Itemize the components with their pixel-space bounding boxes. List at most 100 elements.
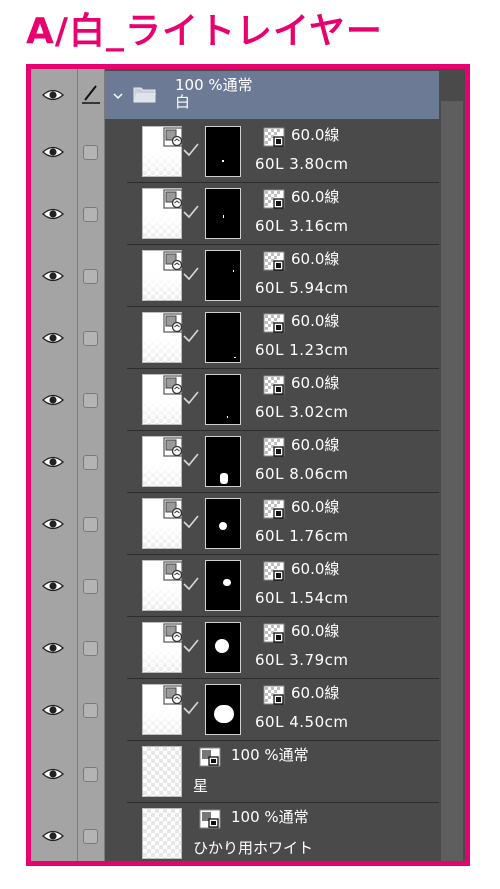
eye-icon[interactable]: [42, 88, 64, 102]
layer-line-meta: 60L 3.02cm: [255, 403, 349, 421]
vector-layer-row[interactable]: 60.0線 60L 3.02cm: [127, 369, 443, 431]
edit-lock-checkbox[interactable]: [83, 455, 98, 470]
layer-mask-thumbnail: [205, 498, 241, 549]
eye-icon[interactable]: [42, 269, 64, 283]
layer-opacity-blend: 60.0線: [291, 560, 340, 578]
raster-layer-row[interactable]: 100 %通常星: [127, 741, 443, 803]
mask-link-check-icon[interactable]: [183, 515, 199, 529]
edit-lock-checkbox[interactable]: [83, 145, 98, 160]
edit-lock-checkbox[interactable]: [83, 829, 98, 844]
transparency-pattern-icon: [263, 127, 285, 147]
layer-opacity-blend: 60.0線: [291, 684, 340, 702]
eye-icon[interactable]: [42, 703, 64, 717]
layer-thumbnail: [142, 374, 183, 425]
mask-shape: [223, 215, 224, 218]
layer-thumbnail: [142, 312, 183, 363]
mask-link-check-icon[interactable]: [183, 701, 199, 715]
layer-opacity-blend: 100 %通常: [231, 746, 309, 764]
layer-mask-thumbnail: [205, 560, 241, 611]
raster-layer-icon: [199, 747, 221, 767]
vector-layer-badge-icon: [163, 623, 183, 643]
layer-opacity-blend: 60.0線: [291, 622, 340, 640]
mask-shape: [215, 639, 229, 653]
mask-shape: [233, 270, 234, 272]
page-title: A/白_ライトレイヤー: [26, 11, 383, 52]
vector-layer-badge-icon: [163, 685, 183, 705]
eye-icon[interactable]: [42, 393, 64, 407]
vector-layer-row[interactable]: 60.0線 60L 1.54cm: [127, 555, 443, 617]
edit-lock-checkbox[interactable]: [83, 703, 98, 718]
transparency-pattern-icon: [263, 623, 285, 643]
scrollbar[interactable]: [439, 69, 465, 861]
edit-lock-checkbox[interactable]: [83, 207, 98, 222]
transparency-pattern-icon: [263, 251, 285, 271]
eye-icon[interactable]: [42, 829, 64, 843]
eye-icon[interactable]: [42, 579, 64, 593]
layer-line-meta: 60L 3.16cm: [255, 217, 349, 235]
layer-thumbnail: [142, 622, 183, 673]
mask-shape: [223, 579, 231, 586]
mask-link-check-icon[interactable]: [183, 143, 199, 157]
vector-layer-row[interactable]: 60.0線 60L 3.80cm: [127, 121, 443, 183]
mask-link-check-icon[interactable]: [183, 205, 199, 219]
layer-line-meta: 60L 4.50cm: [255, 713, 349, 731]
layer-opacity-blend: 60.0線: [291, 126, 340, 144]
layer-opacity-blend: 60.0線: [291, 498, 340, 516]
layer-mask-thumbnail: [205, 250, 241, 301]
edit-lock-checkbox[interactable]: [83, 269, 98, 284]
vector-layer-row[interactable]: 60.0線 60L 1.76cm: [127, 493, 443, 555]
eye-icon[interactable]: [42, 145, 64, 159]
layer-thumbnail: [142, 436, 183, 487]
mask-link-check-icon[interactable]: [183, 329, 199, 343]
layer-name: ひかり用ホワイト: [193, 839, 314, 857]
mask-link-check-icon[interactable]: [183, 453, 199, 467]
edit-lock-checkbox[interactable]: [83, 767, 98, 782]
layer-thumbnail: [142, 808, 182, 859]
mask-shape: [220, 473, 228, 484]
mask-link-check-icon[interactable]: [183, 267, 199, 281]
pen-icon[interactable]: [81, 83, 101, 105]
edit-lock-checkbox[interactable]: [83, 579, 98, 594]
eye-icon[interactable]: [42, 517, 64, 531]
edit-lock-checkbox[interactable]: [83, 331, 98, 346]
transparency-pattern-icon: [263, 375, 285, 395]
mask-link-check-icon[interactable]: [183, 639, 199, 653]
transparency-pattern-icon: [263, 313, 285, 333]
layer-thumbnail: [142, 126, 183, 177]
mask-link-check-icon[interactable]: [183, 391, 199, 405]
vector-layer-row[interactable]: 60.0線 60L 5.94cm: [127, 245, 443, 307]
layer-line-meta: 60L 1.23cm: [255, 341, 349, 359]
mask-shape: [214, 705, 234, 723]
vector-layer-row[interactable]: 60.0線 60L 1.23cm: [127, 307, 443, 369]
edit-lock-checkbox[interactable]: [83, 517, 98, 532]
edit-lock-checkbox[interactable]: [83, 641, 98, 656]
transparency-pattern-icon: [263, 561, 285, 581]
eye-icon[interactable]: [42, 767, 64, 781]
eye-icon[interactable]: [42, 207, 64, 221]
layer-opacity-blend: 60.0線: [291, 250, 340, 268]
layer-thumbnail: [142, 746, 182, 797]
edit-lock-checkbox[interactable]: [83, 393, 98, 408]
mask-link-check-icon[interactable]: [183, 577, 199, 591]
raster-layer-row[interactable]: 100 %通常 ひかり用ホワイト: [127, 803, 443, 861]
vector-layer-row[interactable]: 60.0線 60L 4.50cm: [127, 679, 443, 741]
transparency-pattern-icon: [263, 189, 285, 209]
chevron-down-icon[interactable]: [113, 91, 123, 101]
vector-layer-row[interactable]: 60.0線 60L 3.79cm: [127, 617, 443, 679]
layer-line-meta: 60L 1.54cm: [255, 589, 349, 607]
folder-name: 白: [175, 93, 191, 111]
vector-layer-badge-icon: [163, 437, 183, 457]
vector-layer-row[interactable]: 60.0線 60L 8.06cm: [127, 431, 443, 493]
scrollbar-thumb[interactable]: [441, 101, 463, 861]
eye-icon[interactable]: [42, 331, 64, 345]
layer-thumbnail: [142, 684, 183, 735]
eye-icon[interactable]: [42, 641, 64, 655]
layer-opacity-blend: 60.0線: [291, 312, 340, 330]
eye-icon[interactable]: [42, 455, 64, 469]
folder-layer-row[interactable]: 100 %通常 白: [105, 71, 443, 119]
transparency-pattern-icon: [263, 437, 285, 457]
vector-layer-badge-icon: [163, 189, 183, 209]
layer-panel: 100 %通常 白 60.0線 60L 3.80cm 60.0線 60L 3.16cm…: [31, 69, 465, 861]
vector-layer-row[interactable]: 60.0線 60L 3.16cm: [127, 183, 443, 245]
layer-mask-thumbnail: [205, 126, 241, 177]
